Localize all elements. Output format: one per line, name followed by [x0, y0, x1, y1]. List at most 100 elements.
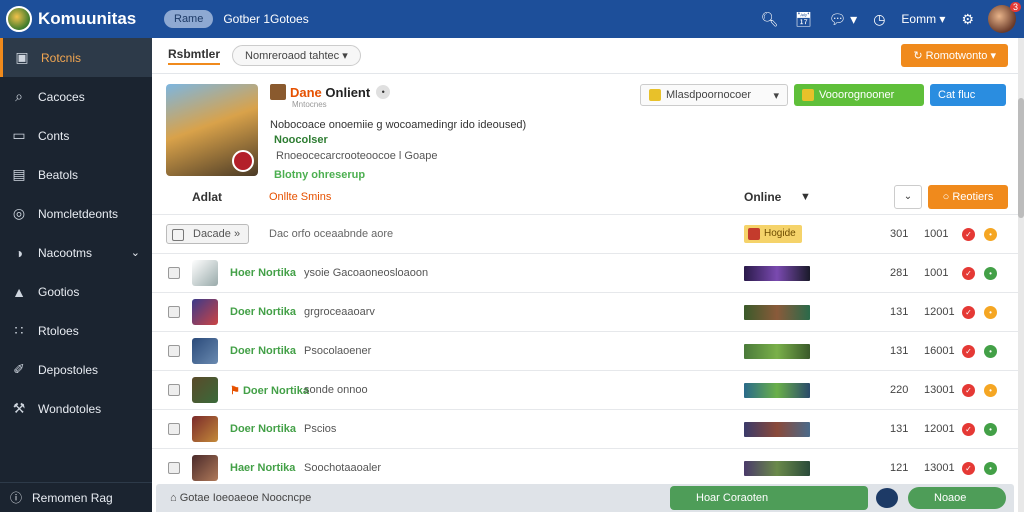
sort-icon[interactable]: ▼: [800, 191, 811, 203]
column-action-button[interactable]: ○ Reotiers: [928, 185, 1008, 209]
row-checkbox[interactable]: [168, 423, 180, 435]
footer-pill-button[interactable]: Noaoe: [908, 487, 1006, 509]
filter-select-value: Nomreroaod tahtec: [245, 50, 340, 62]
table-row[interactable]: Hoer Nortika ysoie Gacoaoneosloaoon 281 …: [152, 253, 1018, 292]
gamepad-icon: ▣: [15, 49, 29, 65]
column-menu-button[interactable]: ⌄: [894, 185, 922, 209]
sidebar-footer[interactable]: ⓘ Remomen Rag: [0, 482, 152, 512]
clock-icon[interactable]: ◷: [873, 11, 885, 28]
green-action-button[interactable]: Vooorognooner: [794, 84, 924, 106]
filter-chip-label: Dacade: [193, 228, 231, 240]
avatar[interactable]: 3: [988, 2, 1021, 33]
table-row[interactable]: ⚑ Doer Nortika sonde onnoo 220 13001 ✓ •: [152, 370, 1018, 409]
footer-toggle-icon[interactable]: [876, 488, 898, 508]
row-checkbox[interactable]: [168, 384, 180, 396]
remove-icon[interactable]: ✓: [962, 461, 975, 475]
chat-icon[interactable]: 💬︎ ▾: [828, 11, 857, 28]
table-row[interactable]: Haer Nortika Soochotaaoaler 121 13001 ✓ …: [152, 448, 1018, 487]
remove-icon[interactable]: ✓: [962, 383, 975, 397]
scrollbar[interactable]: [1018, 38, 1024, 512]
table-row[interactable]: Dacade » Dac orfo oceaabnde aore Hogide …: [152, 214, 1018, 253]
remove-icon[interactable]: ✓: [962, 422, 975, 436]
sidebar-item-conts[interactable]: ▭ Conts: [0, 116, 152, 155]
status-dot-icon[interactable]: •: [984, 422, 997, 436]
row-name[interactable]: Doer Nortika: [230, 423, 296, 435]
primary-action-button[interactable]: ↻ Romotwonto ▾: [901, 44, 1008, 67]
section-title[interactable]: Rsbmtler: [168, 47, 221, 65]
calendar-icon[interactable]: 📅︎: [795, 11, 813, 28]
table-row[interactable]: Doer Nortika grgroceaaoarv 131 12001 ✓ •: [152, 292, 1018, 331]
sidebar-item-cacoces[interactable]: ⌕ Cacoces: [0, 77, 152, 116]
row-time: 13001: [924, 462, 955, 474]
remove-icon[interactable]: ✓: [962, 344, 975, 358]
sidebar-item-label: Depostoles: [38, 362, 99, 377]
remove-icon[interactable]: ✓: [962, 305, 975, 319]
column-online-header[interactable]: Onllte Smins: [269, 191, 331, 203]
row-description: Soochotaaoaler: [304, 462, 382, 474]
table-row[interactable]: Doer Nortika Pscios 131 12001 ✓ •: [152, 409, 1018, 448]
row-name[interactable]: Doer Nortika: [230, 345, 296, 357]
status-dot-icon[interactable]: •: [984, 266, 997, 280]
footer-green-button[interactable]: Hoar Coraoten: [670, 486, 868, 510]
row-time: 13001: [924, 384, 955, 396]
sidebar-item-nomcletdeonts[interactable]: ◎ Nomcletdeonts: [0, 194, 152, 233]
game-cover-image[interactable]: [166, 84, 258, 176]
row-name[interactable]: Doer Nortika: [230, 306, 296, 318]
remove-icon[interactable]: ✓: [962, 227, 975, 241]
column-status-header[interactable]: Online: [744, 190, 781, 204]
shield-icon: [232, 150, 254, 172]
row-thumbnail: [192, 338, 218, 364]
status-dot-icon[interactable]: •: [984, 383, 997, 397]
sidebar-item-wondotoles[interactable]: ⚒ Wondotoles: [0, 389, 152, 428]
sidebar-item-rotcnis[interactable]: ▣ Rotcnis: [0, 38, 152, 77]
sub-toolbar: Rsbmtler Nomreroaod tahtec ▾ ↻ Romotwont…: [152, 38, 1018, 74]
row-description: grgroceaaoarv: [304, 306, 375, 318]
status-dot-icon[interactable]: •: [984, 344, 997, 358]
row-time: 12001: [924, 306, 955, 318]
row-thumbnail: [192, 416, 218, 442]
status-dot-icon[interactable]: •: [984, 305, 997, 319]
nav-pill-home[interactable]: Rame: [164, 10, 214, 28]
category-dropdown[interactable]: Mlasdpoornocoer ▾: [640, 84, 788, 106]
status-badge: Hogide: [744, 225, 802, 243]
row-count: 131: [890, 306, 909, 318]
column-name-header[interactable]: Adlat: [192, 190, 222, 204]
row-checkbox[interactable]: [168, 345, 180, 357]
row-checkbox[interactable]: [168, 306, 180, 318]
row-count: 131: [890, 423, 909, 435]
sidebar-item-nacootms[interactable]: ◑ Nacootms ⌄: [0, 233, 152, 272]
remove-icon[interactable]: ✓: [962, 266, 975, 280]
pin-icon[interactable]: •: [376, 85, 391, 99]
blue-action-button[interactable]: Cat fluc: [930, 84, 1006, 106]
settings-icon[interactable]: ⚙︎: [961, 11, 974, 28]
app-logo[interactable]: Komuunitas: [6, 6, 156, 32]
row-banner-image: [744, 343, 810, 359]
footer-text: ⌂ Gotae Ioeoaeoe Noocncpe: [170, 492, 312, 504]
row-description: Dac orfo oceaabnde aore: [269, 228, 394, 240]
sidebar-item-rtoloes[interactable]: ∷ Rtoloes: [0, 311, 152, 350]
row-checkbox[interactable]: [168, 462, 180, 474]
status-dot-icon[interactable]: •: [984, 461, 997, 475]
row-name[interactable]: Hoer Nortika: [230, 267, 296, 279]
sidebar-item-label: Gootios: [38, 284, 80, 299]
table-row[interactable]: Doer Nortika Psocolaoener 131 16001 ✓ •: [152, 331, 1018, 370]
row-count: 281: [890, 267, 909, 279]
filter-select[interactable]: Nomreroaod tahtec ▾: [232, 45, 361, 66]
row-name[interactable]: ⚑ Doer Nortika: [230, 384, 309, 397]
sidebar-item-depostoles[interactable]: ✐ Depostoles: [0, 350, 152, 389]
game-meta: Rnoeocecarcrooteoocoe l Goape: [276, 150, 438, 162]
row-checkbox[interactable]: [168, 267, 180, 279]
game-publisher[interactable]: Noocolser: [274, 134, 328, 146]
chevron-down-icon[interactable]: ⌄: [131, 246, 140, 259]
sidebar-item-gootios[interactable]: ▲ Gootios: [0, 272, 152, 311]
row-time: 16001: [924, 345, 955, 357]
sidebar-item-label: Nomcletdeonts: [38, 206, 119, 221]
nav-link[interactable]: Gotber 1Gotoes: [223, 12, 308, 26]
search-icon[interactable]: 🔍︎: [761, 11, 779, 28]
status-dot-icon[interactable]: •: [984, 227, 997, 241]
filter-chip[interactable]: Dacade »: [166, 224, 250, 244]
sidebar-item-beatols[interactable]: ▤ Beatols: [0, 155, 152, 194]
row-name[interactable]: Haer Nortika: [230, 462, 295, 474]
user-menu[interactable]: Eomm ▾: [901, 12, 945, 26]
scrollbar-thumb[interactable]: [1018, 98, 1024, 218]
